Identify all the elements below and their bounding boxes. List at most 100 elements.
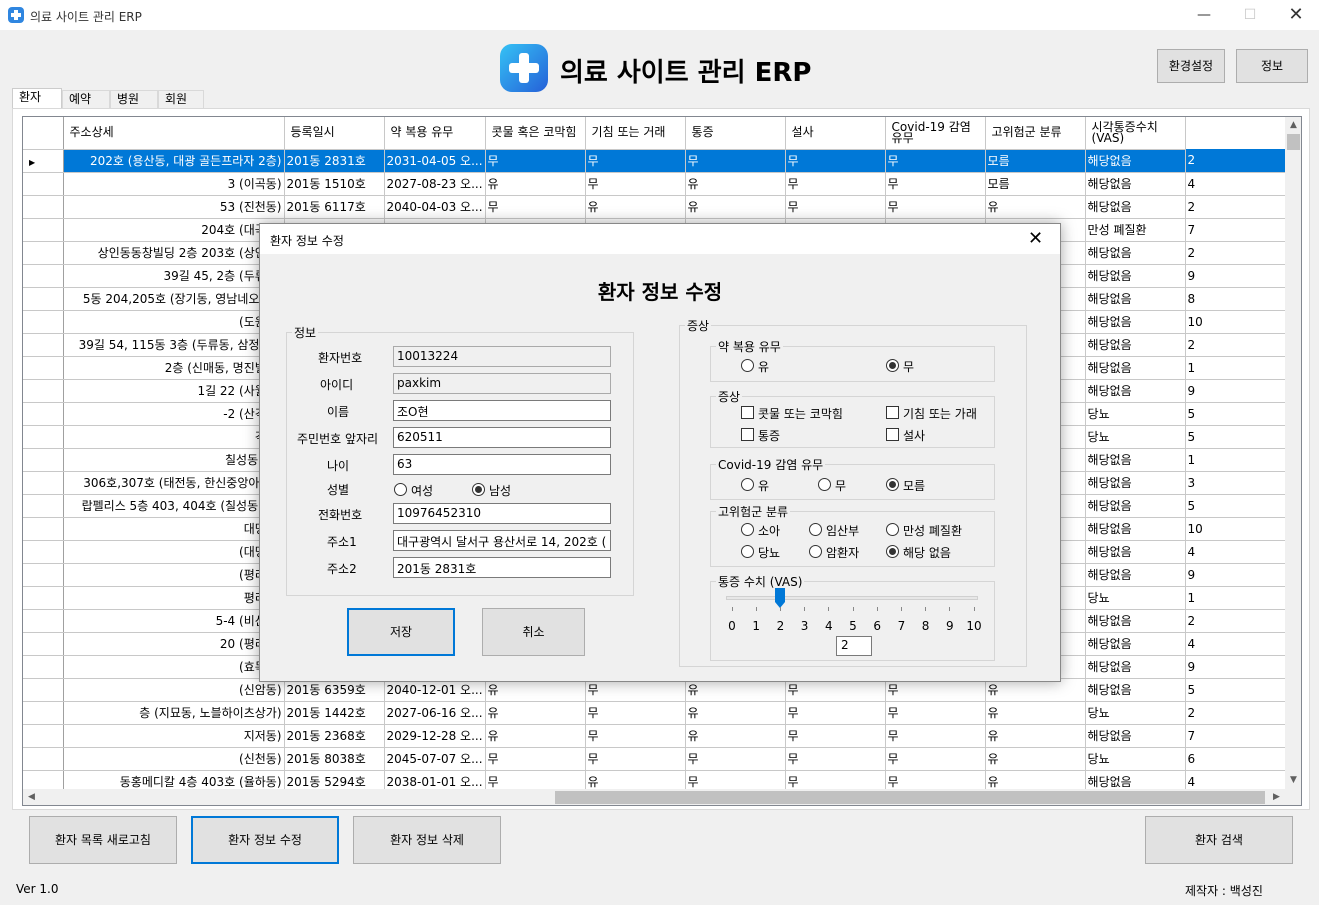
table-cell[interactable]: 무 xyxy=(785,172,886,196)
table-cell[interactable]: 유 xyxy=(985,701,1086,725)
close-icon[interactable]: ✕ xyxy=(1273,0,1319,30)
table-cell[interactable]: 4 xyxy=(1185,172,1286,196)
vertical-scrollbar[interactable]: ▲ ▼ xyxy=(1285,117,1301,789)
table-cell[interactable]: 모름 xyxy=(985,172,1086,196)
table-cell[interactable]: (효목동) xyxy=(63,655,285,679)
row-header[interactable] xyxy=(23,172,64,196)
risk-pregnant-radio[interactable] xyxy=(809,523,822,536)
risk-none-radio[interactable] xyxy=(886,545,899,558)
table-row[interactable]: 3 (이곡동) 201동 1510호 2027-08-23 오... 유 무 유 무 무 모름 해… xyxy=(23,172,1286,196)
table-cell[interactable]: 201동 8038호 xyxy=(284,747,385,771)
horizontal-scroll-thumb[interactable] xyxy=(555,791,1265,804)
diarrhea-checkbox[interactable] xyxy=(886,428,899,441)
table-cell[interactable]: 9 xyxy=(1185,563,1286,587)
pain-checkbox[interactable] xyxy=(741,428,754,441)
table-cell[interactable]: 무 xyxy=(785,747,886,771)
table-cell[interactable]: 유 xyxy=(685,195,786,219)
table-cell[interactable]: 3 xyxy=(1185,471,1286,495)
column-header[interactable]: 고위험군 분류 xyxy=(985,117,1086,150)
table-cell[interactable]: 2 xyxy=(1185,195,1286,219)
row-header[interactable] xyxy=(23,586,64,610)
table-cell[interactable]: 20 (평리동) xyxy=(63,632,285,656)
table-cell[interactable]: 해당없음 xyxy=(1085,678,1186,702)
table-cell[interactable]: 해당없음 xyxy=(1085,632,1186,656)
table-cell[interactable]: 지저동) xyxy=(63,724,285,748)
row-header[interactable] xyxy=(23,356,64,380)
row-header[interactable] xyxy=(23,402,64,426)
save-button[interactable]: 저장 xyxy=(347,608,455,656)
column-header[interactable]: 기침 또는 거래 xyxy=(585,117,686,150)
table-cell[interactable]: 무 xyxy=(885,195,986,219)
table-cell[interactable]: (신천동) xyxy=(63,747,285,771)
table-cell[interactable]: 대명동) xyxy=(63,517,285,541)
table-cell[interactable]: 무 xyxy=(485,195,586,219)
table-cell[interactable]: 2 xyxy=(1185,333,1286,357)
table-cell[interactable]: 유 xyxy=(985,747,1086,771)
row-header[interactable] xyxy=(23,494,64,518)
table-cell[interactable]: 해당없음 xyxy=(1085,724,1186,748)
table-cell[interactable]: 무 xyxy=(485,747,586,771)
user-id-field[interactable]: paxkim xyxy=(393,373,611,394)
info-button[interactable]: 정보 xyxy=(1236,49,1308,83)
rrn-field[interactable]: 620511 xyxy=(393,427,611,448)
table-cell[interactable]: 3 (이곡동) xyxy=(63,172,285,196)
table-cell[interactable]: 해당없음 xyxy=(1085,471,1186,495)
table-cell[interactable]: 39길 54, 115동 3층 (두류동, 삼정그린 xyxy=(63,333,285,357)
table-cell[interactable]: 무 xyxy=(585,149,686,173)
table-cell[interactable]: 53 (진천동) xyxy=(63,195,285,219)
row-header[interactable] xyxy=(23,632,64,656)
runny-nose-checkbox[interactable] xyxy=(741,406,754,419)
table-cell[interactable]: 당뇨 xyxy=(1085,747,1186,771)
table-cell[interactable]: 모름 xyxy=(985,149,1086,173)
column-header[interactable]: 설사 xyxy=(785,117,886,150)
table-cell[interactable]: 9 xyxy=(1185,379,1286,403)
column-header[interactable]: 콧물 혹은 코막힘 xyxy=(485,117,586,150)
table-cell[interactable]: 평리동) xyxy=(63,586,285,610)
table-cell[interactable]: 1 xyxy=(1185,586,1286,610)
scroll-up-icon[interactable]: ▲ xyxy=(1285,117,1301,134)
table-cell[interactable]: 5-4 (비산동) xyxy=(63,609,285,633)
table-row[interactable]: ▶ 202호 (용산동, 대광 골든프라자 2층) 201동 2831호 2031-0… xyxy=(23,149,1286,173)
table-cell[interactable]: 유 xyxy=(685,172,786,196)
table-cell[interactable]: 무 xyxy=(585,747,686,771)
table-cell[interactable]: (도원동) xyxy=(63,310,285,334)
table-cell[interactable]: 해당없음 xyxy=(1085,287,1186,311)
table-cell[interactable]: 2 xyxy=(1185,149,1286,173)
table-row[interactable]: 층 (지묘동, 노블하이츠상가) 201동 1442호 2027-06-16 오..… xyxy=(23,701,1286,725)
table-cell[interactable]: (평리동) xyxy=(63,563,285,587)
row-header[interactable] xyxy=(23,379,64,403)
scroll-left-icon[interactable]: ◀ xyxy=(23,789,40,805)
row-header[interactable] xyxy=(23,747,64,771)
table-cell[interactable]: 유 xyxy=(985,724,1086,748)
table-cell[interactable]: 2040-04-03 오... xyxy=(384,195,486,219)
row-header[interactable] xyxy=(23,471,64,495)
row-header[interactable] xyxy=(23,540,64,564)
phone-field[interactable]: 10976452310 xyxy=(393,503,611,524)
table-cell[interactable]: 201동 2831호 xyxy=(284,149,385,173)
table-cell[interactable]: 201동 1442호 xyxy=(284,701,385,725)
medication-no-radio[interactable] xyxy=(886,359,899,372)
table-cell[interactable]: 5 xyxy=(1185,425,1286,449)
table-cell[interactable]: 무 xyxy=(885,747,986,771)
table-cell[interactable]: 5 xyxy=(1185,402,1286,426)
column-header[interactable]: 통증 xyxy=(685,117,786,150)
gender-female-radio[interactable] xyxy=(394,483,407,496)
table-row[interactable]: 지저동) 201동 2368호 2029-12-28 오... 유 무 유 무 무 유 해당없음 7 xyxy=(23,724,1286,748)
tab-patients[interactable]: 환자 xyxy=(12,88,62,108)
table-cell[interactable]: 9 xyxy=(1185,655,1286,679)
table-cell[interactable]: 유 xyxy=(685,701,786,725)
table-cell[interactable]: 유 xyxy=(985,195,1086,219)
table-cell[interactable]: 해당없음 xyxy=(1085,494,1186,518)
covid-yes-radio[interactable] xyxy=(741,478,754,491)
vas-slider-thumb[interactable] xyxy=(775,588,786,608)
delete-patient-button[interactable]: 환자 정보 삭제 xyxy=(353,816,501,864)
table-cell[interactable]: 무 xyxy=(785,724,886,748)
table-cell[interactable]: 랍펠리스 5층 403, 404호 (칠성동2가) xyxy=(63,494,285,518)
table-cell[interactable]: 상인동동창빌딩 2층 203호 (상인동) xyxy=(63,241,285,265)
medication-yes-radio[interactable] xyxy=(741,359,754,372)
table-cell[interactable]: 5 xyxy=(1185,494,1286,518)
table-cell[interactable]: 204호 (대곡동) xyxy=(63,218,285,242)
table-cell[interactable]: 격동) xyxy=(63,425,285,449)
table-row[interactable]: 53 (진천동) 201동 6117호 2040-04-03 오... 무 유 유 무 무 유 해… xyxy=(23,195,1286,219)
table-cell[interactable]: 무 xyxy=(885,149,986,173)
